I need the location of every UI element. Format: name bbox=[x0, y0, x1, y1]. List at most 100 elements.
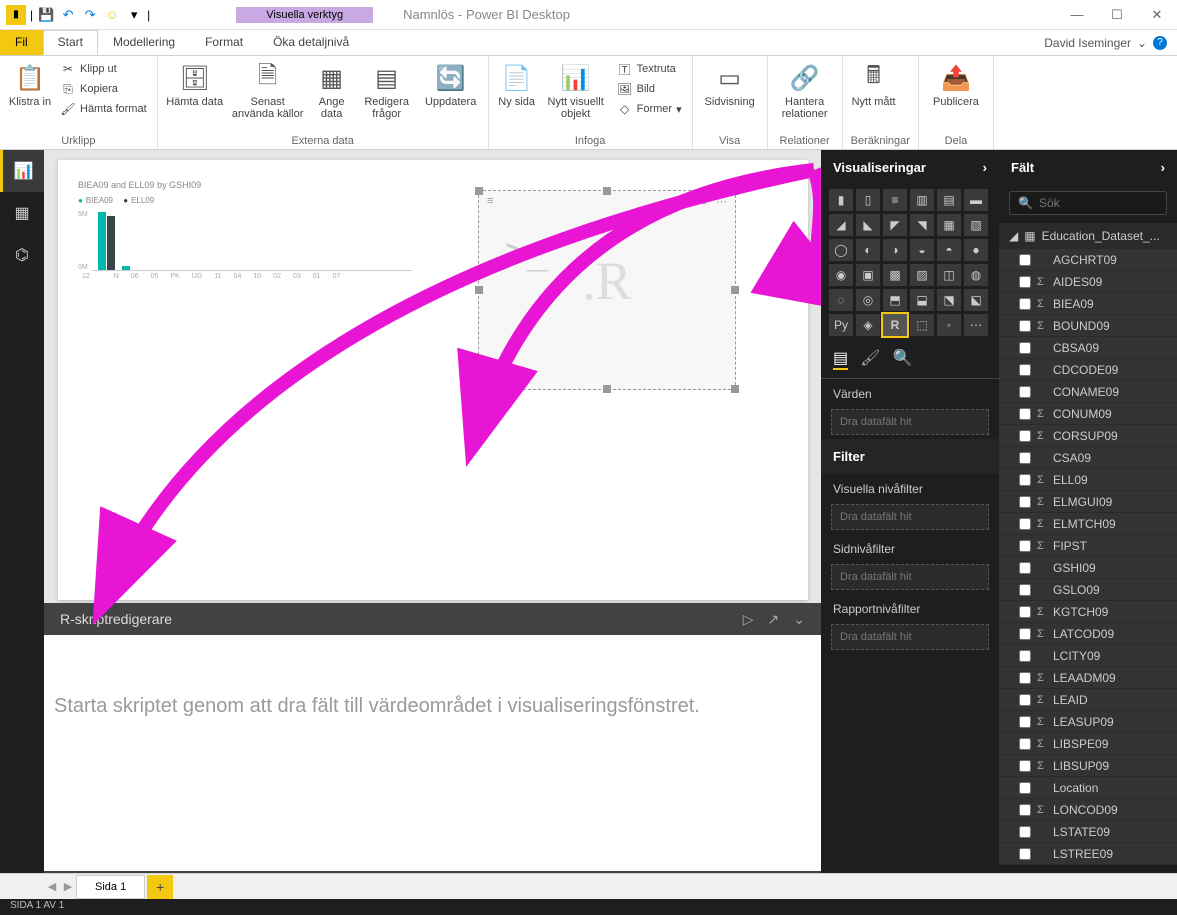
refresh-button[interactable]: 🔄Uppdatera bbox=[422, 60, 480, 108]
r-visual-icon[interactable]: R bbox=[883, 314, 907, 336]
visual-filters-well[interactable]: Dra datafält hit bbox=[831, 504, 989, 530]
viz-type-icon[interactable]: ▮ bbox=[829, 189, 853, 211]
field-row[interactable]: ΣLATCOD09 bbox=[999, 623, 1177, 645]
tab-format[interactable]: Format bbox=[190, 30, 258, 55]
add-page-button[interactable]: + bbox=[147, 875, 173, 899]
field-row[interactable]: LSTREE09 bbox=[999, 843, 1177, 865]
paste-button[interactable]: 📋 Klistra in bbox=[8, 60, 52, 108]
textbox-button[interactable]: 🅃Textruta bbox=[615, 60, 684, 78]
new-measure-button[interactable]: 🖩Nytt mått bbox=[851, 60, 897, 108]
field-row[interactable]: Location bbox=[999, 777, 1177, 799]
fields-pane-header[interactable]: Fält › bbox=[999, 150, 1177, 185]
report-page[interactable]: BIEA09 and ELL09 by GSHI09 BIEA09 ELL09 … bbox=[58, 160, 808, 600]
drag-handle-icon[interactable]: ≡ bbox=[487, 195, 493, 207]
cut-button[interactable]: ✂Klipp ut bbox=[58, 60, 149, 78]
viz-type-icon[interactable]: ⬚ bbox=[910, 314, 934, 336]
viz-type-icon[interactable]: ◓ bbox=[937, 239, 961, 261]
field-row[interactable]: ΣLEASUP09 bbox=[999, 711, 1177, 733]
enter-data-button[interactable]: ▦Ange data bbox=[312, 60, 352, 120]
field-row[interactable]: CSA09 bbox=[999, 447, 1177, 469]
field-checkbox[interactable] bbox=[1019, 782, 1031, 794]
search-input[interactable] bbox=[1039, 196, 1177, 210]
field-row[interactable]: ΣAIDES09 bbox=[999, 271, 1177, 293]
viz-type-icon[interactable]: ▣ bbox=[856, 264, 880, 286]
viz-type-icon[interactable]: ▩ bbox=[883, 264, 907, 286]
new-page-button[interactable]: 📄Ny sida bbox=[497, 60, 537, 108]
viz-type-icon[interactable]: ▤ bbox=[937, 189, 961, 211]
model-view-button[interactable]: ⌬ bbox=[0, 234, 44, 276]
field-checkbox[interactable] bbox=[1019, 628, 1031, 640]
page-view-button[interactable]: ▭Sidvisning bbox=[701, 60, 759, 108]
recent-sources-button[interactable]: 🗎Senast använda källor bbox=[230, 60, 306, 120]
page-next-icon[interactable]: ▶ bbox=[60, 880, 76, 893]
get-data-button[interactable]: 🗄Hämta data bbox=[166, 60, 224, 108]
field-row[interactable]: ΣELMGUI09 bbox=[999, 491, 1177, 513]
image-button[interactable]: 🖼Bild bbox=[615, 80, 684, 98]
page-filters-well[interactable]: Dra datafält hit bbox=[831, 564, 989, 590]
field-row[interactable]: GSLO09 bbox=[999, 579, 1177, 601]
focus-mode-icon[interactable]: ⛶ bbox=[698, 195, 706, 208]
r-visual-placeholder[interactable]: ≡ ⛶ ⋯ >_ .R bbox=[478, 190, 736, 390]
viz-type-icon[interactable]: ◫ bbox=[937, 264, 961, 286]
field-row[interactable]: LCITY09 bbox=[999, 645, 1177, 667]
help-icon[interactable]: ? bbox=[1153, 36, 1167, 50]
field-checkbox[interactable] bbox=[1019, 584, 1031, 596]
bar-chart-visual[interactable]: BIEA09 and ELL09 by GSHI09 BIEA09 ELL09 … bbox=[78, 180, 412, 280]
field-checkbox[interactable] bbox=[1019, 650, 1031, 662]
report-filters-well[interactable]: Dra datafält hit bbox=[831, 624, 989, 650]
undo-icon[interactable]: ↶ bbox=[59, 6, 77, 24]
field-row[interactable]: AGCHRT09 bbox=[999, 249, 1177, 271]
save-icon[interactable]: 💾 bbox=[37, 6, 55, 24]
viz-type-icon[interactable]: ◉ bbox=[829, 264, 853, 286]
field-row[interactable]: ΣLONCOD09 bbox=[999, 799, 1177, 821]
popout-icon[interactable]: ↗ bbox=[768, 611, 780, 628]
viz-type-icon[interactable]: ⬒ bbox=[883, 289, 907, 311]
tab-home[interactable]: Start bbox=[43, 30, 98, 55]
viz-type-icon[interactable]: ◌ bbox=[829, 289, 853, 311]
maximize-button[interactable]: ☐ bbox=[1097, 1, 1137, 29]
r-editor-body[interactable]: Starta skriptet genom att dra fält till … bbox=[44, 635, 821, 871]
field-checkbox[interactable] bbox=[1019, 804, 1031, 816]
field-row[interactable]: ΣLIBSPE09 bbox=[999, 733, 1177, 755]
tab-drill[interactable]: Öka detaljnivå bbox=[258, 30, 364, 55]
collapse-icon[interactable]: ⌄ bbox=[793, 611, 805, 628]
viz-type-icon[interactable]: ◍ bbox=[964, 264, 988, 286]
field-checkbox[interactable] bbox=[1019, 518, 1031, 530]
field-checkbox[interactable] bbox=[1019, 320, 1031, 332]
format-painter-button[interactable]: 🖌Hämta format bbox=[58, 100, 149, 118]
field-checkbox[interactable] bbox=[1019, 540, 1031, 552]
field-checkbox[interactable] bbox=[1019, 254, 1031, 266]
field-checkbox[interactable] bbox=[1019, 738, 1031, 750]
format-tab-icon[interactable]: 🖌 bbox=[860, 348, 880, 370]
viz-type-icon[interactable]: ◣ bbox=[856, 214, 880, 236]
field-checkbox[interactable] bbox=[1019, 342, 1031, 354]
qat-dropdown-icon[interactable]: ▾ bbox=[125, 6, 143, 24]
field-checkbox[interactable] bbox=[1019, 364, 1031, 376]
field-checkbox[interactable] bbox=[1019, 760, 1031, 772]
page-tab-1[interactable]: Sida 1 bbox=[76, 875, 145, 899]
field-checkbox[interactable] bbox=[1019, 848, 1031, 860]
viz-type-icon[interactable]: ● bbox=[964, 239, 988, 261]
field-checkbox[interactable] bbox=[1019, 562, 1031, 574]
field-checkbox[interactable] bbox=[1019, 694, 1031, 706]
report-view-button[interactable]: 📊 bbox=[0, 150, 44, 192]
manage-relations-button[interactable]: 🔗Hantera relationer bbox=[776, 60, 834, 120]
field-row[interactable]: ΣCORSUP09 bbox=[999, 425, 1177, 447]
field-row[interactable]: ΣLEAADM09 bbox=[999, 667, 1177, 689]
field-checkbox[interactable] bbox=[1019, 386, 1031, 398]
field-checkbox[interactable] bbox=[1019, 276, 1031, 288]
field-row[interactable]: ΣBOUND09 bbox=[999, 315, 1177, 337]
viz-type-icon[interactable]: ≡ bbox=[883, 189, 907, 211]
field-row[interactable]: CONAME09 bbox=[999, 381, 1177, 403]
viz-type-icon[interactable]: ◒ bbox=[910, 239, 934, 261]
viz-type-icon[interactable]: ▧ bbox=[964, 214, 988, 236]
field-row[interactable]: CDCODE09 bbox=[999, 359, 1177, 381]
viz-type-icon[interactable]: ◈ bbox=[856, 314, 880, 336]
field-checkbox[interactable] bbox=[1019, 496, 1031, 508]
fields-search[interactable]: 🔍 bbox=[1009, 191, 1167, 215]
edit-queries-button[interactable]: ▤Redigera frågor bbox=[358, 60, 416, 120]
field-row[interactable]: GSHI09 bbox=[999, 557, 1177, 579]
field-checkbox[interactable] bbox=[1019, 408, 1031, 420]
field-row[interactable]: ΣBIEA09 bbox=[999, 293, 1177, 315]
values-drop-well[interactable]: Dra datafält hit bbox=[831, 409, 989, 435]
